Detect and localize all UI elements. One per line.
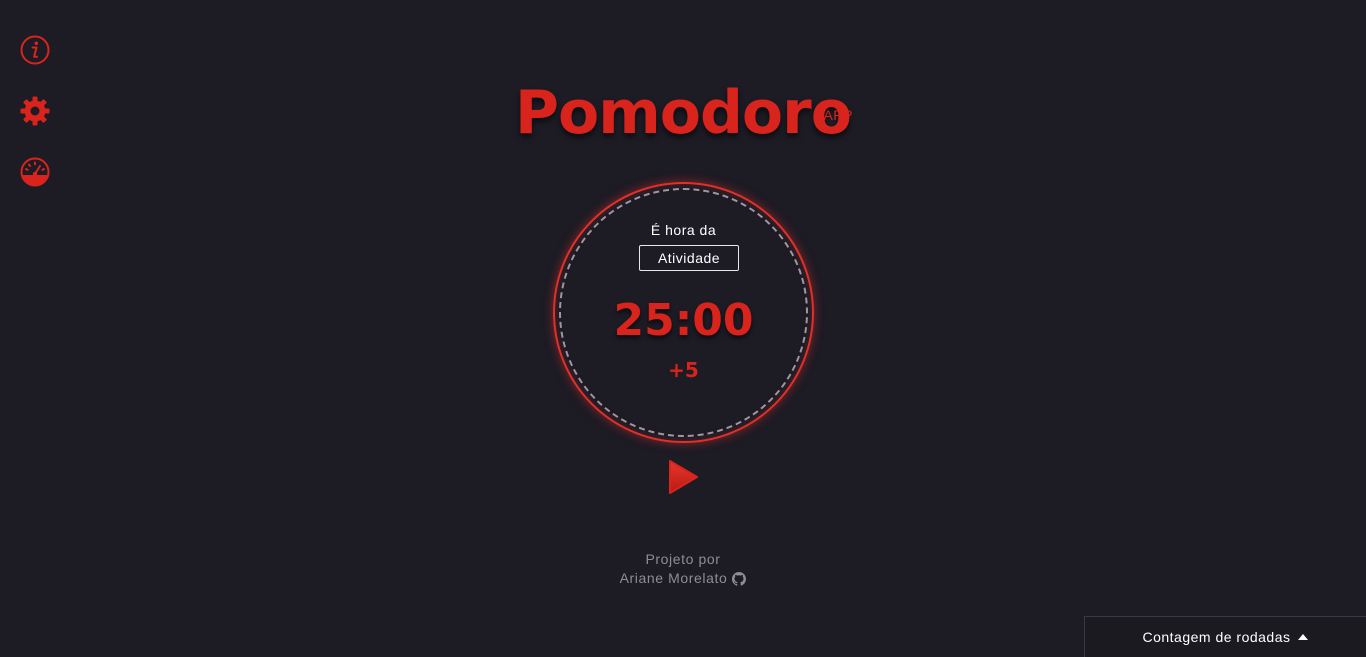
app-root: Pomodoro APP É hora da Atividade 25:00 +… [0, 0, 1366, 657]
mode-button[interactable]: Atividade [639, 245, 739, 271]
credit: Projeto por Ariane Morelato [0, 550, 1366, 588]
author-name: Ariane Morelato [619, 570, 728, 586]
gauge-icon [20, 157, 50, 187]
app-title: Pomodoro APP [515, 78, 853, 148]
github-icon [732, 571, 747, 586]
app-title-text: Pomodoro [515, 78, 852, 148]
header: Pomodoro APP [0, 78, 1366, 148]
stats-button[interactable] [19, 156, 51, 188]
timer-dashed-ring: É hora da Atividade 25:00 +5 [559, 188, 808, 437]
caret-up-icon [1297, 634, 1308, 640]
play-icon [669, 460, 698, 494]
add-five-button[interactable]: +5 [561, 358, 806, 382]
info-icon [20, 35, 50, 65]
author-link[interactable]: Ariane Morelato [620, 569, 747, 588]
credit-line: Projeto por [645, 551, 721, 567]
timer-circle: É hora da Atividade 25:00 +5 [553, 182, 814, 443]
rounds-label: Contagem de rodadas [1142, 629, 1291, 645]
time-display: 25:00 [613, 295, 754, 346]
play-button[interactable] [666, 458, 700, 496]
app-title-sup: APP [823, 107, 853, 123]
info-button[interactable] [19, 34, 51, 66]
timer-label: É hora da [650, 222, 717, 238]
rounds-panel-toggle[interactable]: Contagem de rodadas [1084, 616, 1366, 657]
